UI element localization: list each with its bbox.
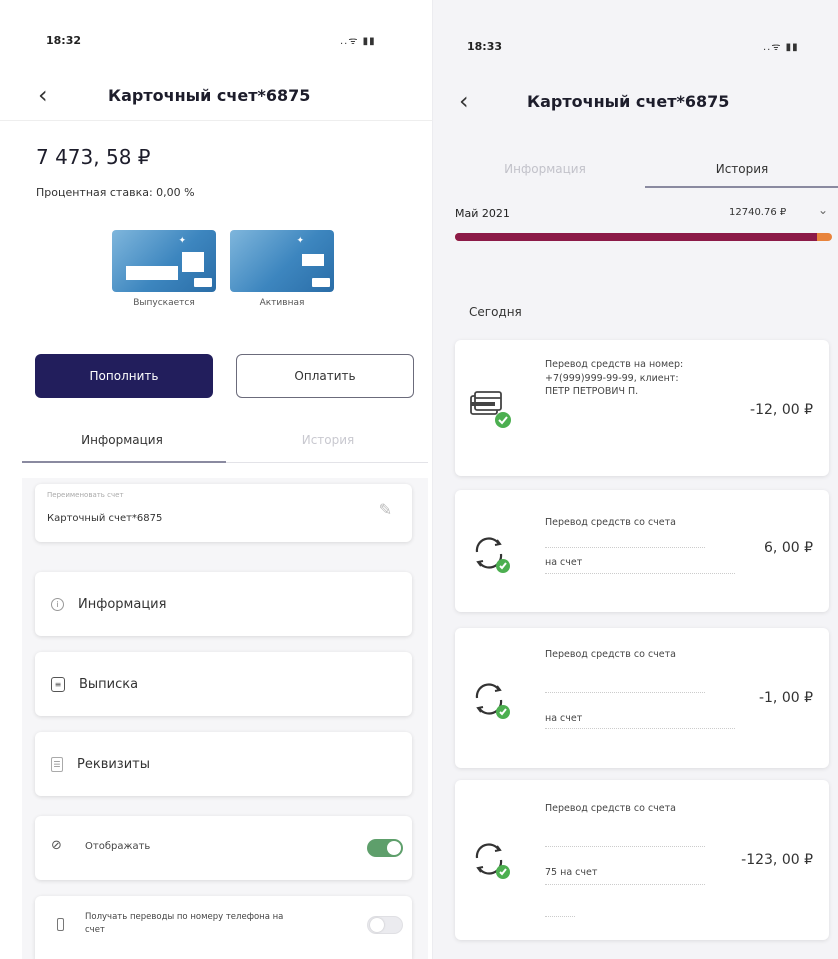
transaction-subtitle: на счет [545,713,583,724]
tab-history[interactable]: История [228,433,428,447]
tab-active-indicator [645,186,838,188]
eye-off-icon: ⊘ [51,838,62,853]
header-divider [0,120,432,121]
list-icon: ☰ [51,756,63,772]
transfer-cycle-icon [475,537,510,573]
period-total: 12740.76 ₽ [729,207,787,218]
transaction-amount: -1, 00 ₽ [758,690,813,706]
display-toggle[interactable] [367,839,403,857]
card-brand-icon [312,278,330,287]
chevron-down-icon[interactable]: ⌄ [818,203,828,217]
setting-display-account: ⊘ Отображать [35,816,412,880]
card-brand-icon [194,278,212,287]
card-star-icon: ✦ [296,236,304,246]
setting-phone-transfers: Получать переводы по номеру телефона на … [35,896,412,959]
dotted-separator [545,692,705,693]
rename-value: Карточный счет*6875 [47,513,163,524]
topup-button[interactable]: Пополнить [35,354,213,398]
menu-item-requisites[interactable]: ☰ Реквизиты [35,732,412,796]
page-title: Карточный счет*6875 [527,92,730,111]
card-status-label: Выпускается [133,298,195,308]
menu-item-information[interactable]: i Информация [35,572,412,636]
period-month: Май 2021 [455,207,510,220]
card-masked-detail [182,252,204,272]
phone-transfers-toggle[interactable] [367,916,403,934]
status-time: 18:33 [467,40,503,53]
menu-item-label: Выписка [79,676,139,692]
tab-information[interactable]: Информация [22,433,222,447]
status-icons: ..ᯤ ▮▮ [340,36,376,47]
card-status-label: Активная [259,298,305,308]
back-chevron-left-icon[interactable]: ‹ [459,89,469,113]
spending-progress-bar [455,233,832,241]
tab-information[interactable]: Информация [445,162,645,176]
transaction-amount: -123, 00 ₽ [741,852,813,868]
transaction-description: Перевод средств на номер: +7(999)999-99-… [545,359,684,397]
phone-icon [57,918,64,931]
rename-caption: Переименовать счет [47,491,124,499]
transaction-card[interactable]: Перевод средств со счета 75 на счет -123… [455,780,829,940]
transaction-amount: 6, 00 ₽ [764,540,813,556]
page-title: Карточный счет*6875 [108,86,311,105]
menu-item-label: Информация [78,596,167,612]
transaction-card[interactable]: Перевод средств на номер: +7(999)999-99-… [455,340,829,476]
left-screen: 18:32 ..ᯤ ▮▮ ‹ Карточный счет*6875 7 473… [0,0,432,959]
menu-item-label: Реквизиты [77,756,150,772]
status-icons: ..ᯤ ▮▮ [763,42,799,53]
progress-fill [455,233,817,241]
dotted-separator [545,916,575,917]
wallet-cards-icon [470,391,511,428]
toggle-knob [387,841,401,855]
menu-item-statement[interactable]: ≡ Выписка [35,652,412,716]
transaction-subtitle: 75 на счет [545,867,598,878]
setting-label: Отображать [85,841,151,852]
transfer-cycle-icon [475,843,510,879]
card-masked-number [126,266,178,280]
interest-rate: Процентная ставка: 0,00 % [36,186,195,199]
account-balance: 7 473, 58 ₽ [36,145,151,169]
pay-button[interactable]: Оплатить [236,354,414,398]
transaction-amount: -12, 00 ₽ [750,402,813,418]
document-icon: ≡ [51,676,65,692]
card-star-icon: ✦ [178,236,186,246]
dotted-separator [545,547,705,548]
rename-account-field[interactable]: Переименовать счет Карточный счет*6875 ✎ [35,484,412,542]
card-masked-detail [302,254,324,266]
tab-active-indicator [22,461,226,463]
toggle-knob [370,918,384,932]
pencil-edit-icon[interactable]: ✎ [379,500,392,519]
setting-label: Получать переводы по номеру телефона на … [85,912,284,935]
transaction-card[interactable]: Перевод средств со счета на счет -1, 00 … [455,628,829,768]
transaction-subtitle: на счет [545,557,583,568]
bank-card-active[interactable]: ✦ [230,230,334,292]
back-chevron-left-icon[interactable]: ‹ [38,83,48,107]
transaction-description: Перевод средств со счета [545,649,676,660]
tab-history[interactable]: История [645,162,838,176]
right-screen: 18:33 ..ᯤ ▮▮ ‹ Карточный счет*6875 Инфор… [432,0,838,959]
section-today: Сегодня [469,305,522,319]
dotted-separator [545,884,705,885]
dotted-separator [545,573,735,574]
info-icon: i [51,597,64,611]
transaction-description: Перевод средств со счета [545,803,676,814]
dotted-separator [545,846,705,847]
bank-card-issuing[interactable]: ✦ [112,230,216,292]
transaction-description: Перевод средств со счета [545,517,676,528]
status-time: 18:32 [46,34,82,47]
transaction-card[interactable]: Перевод средств со счета на счет 6, 00 ₽ [455,490,829,612]
dotted-separator [545,728,735,729]
transfer-cycle-icon [475,683,510,719]
info-panel [22,478,428,959]
